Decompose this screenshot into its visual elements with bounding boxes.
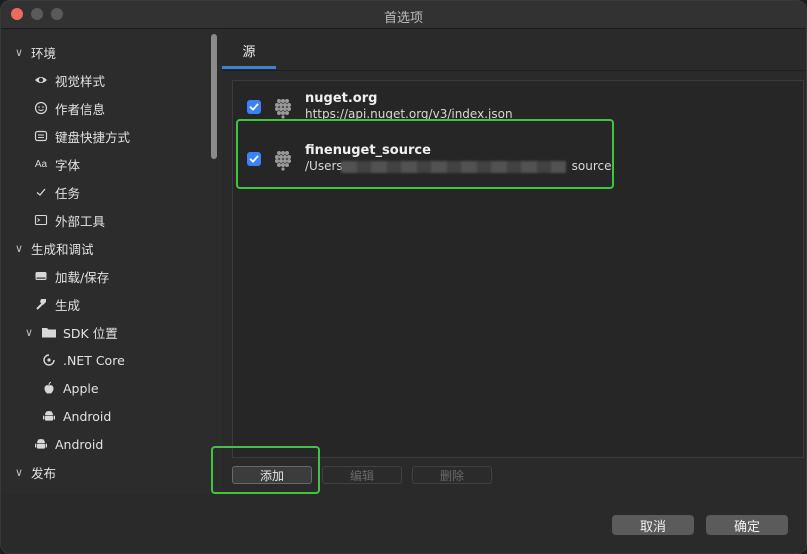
sidebar-item-label: Android <box>63 408 112 424</box>
sidebar-item-label: 作者信息 <box>55 101 106 117</box>
sidebar-item-label: 发布 <box>31 465 57 481</box>
eye-icon <box>33 72 49 88</box>
android-icon <box>33 436 49 452</box>
sidebar-item-label: SDK 位置 <box>63 325 118 341</box>
sidebar-item-label: 生成和调试 <box>31 241 94 257</box>
window-title: 首选项 <box>383 11 423 26</box>
sidebar-item-label: 生成 <box>55 297 81 313</box>
hammer-icon <box>33 296 49 312</box>
terminal-icon <box>33 212 49 228</box>
sidebar-scrollbar[interactable] <box>206 30 222 494</box>
sidebar-item-label: 外部工具 <box>55 213 106 229</box>
sidebar-item-label: 字体 <box>55 157 81 173</box>
sidebar-item[interactable]: 加载/保存 <box>1 263 206 289</box>
sidebar-item[interactable]: 作者信息 <box>1 95 206 121</box>
sidebar-item-label: 任务 <box>55 185 81 201</box>
chevron-down-icon[interactable]: ∨ <box>13 242 25 255</box>
source-checkbox[interactable] <box>247 100 261 114</box>
keyboard-icon <box>33 128 49 144</box>
highlight-box-source <box>236 119 614 189</box>
dialog-footer: 取消 确定 <box>1 494 806 553</box>
sidebar-item[interactable]: Android <box>1 403 206 429</box>
sidebar-item[interactable]: Apple <box>1 375 206 401</box>
tab-sources[interactable]: 源 <box>222 35 276 69</box>
sidebar-item[interactable]: ∨ 生成和调试 <box>1 235 206 261</box>
sidebar-scrollbar-thumb[interactable] <box>211 34 217 159</box>
smiley-icon <box>33 100 49 116</box>
chevron-down-icon[interactable]: ∨ <box>23 326 35 339</box>
sidebar-item[interactable]: Aa 字体 <box>1 151 206 177</box>
sidebar-item-label: 环境 <box>31 45 57 61</box>
chevron-down-icon[interactable]: ∨ <box>13 46 25 59</box>
highlight-box-add <box>211 446 320 494</box>
folder-icon <box>41 324 57 340</box>
sidebar-item-label: Android <box>55 436 104 452</box>
sidebar-item[interactable]: 生成 <box>1 291 206 317</box>
sidebar-item[interactable]: 外部工具 <box>1 207 206 233</box>
edit-source-button[interactable]: 编辑 <box>322 466 402 484</box>
sidebar-item-label: Apple <box>63 380 99 396</box>
sidebar-item-label: 键盘快捷方式 <box>55 129 131 145</box>
apple-icon <box>41 380 57 396</box>
nuget-package-icon <box>275 99 291 119</box>
sidebar: ∨ 环境 视觉样式 作者信息 键盘快捷方式 Aa 字体 任务 外部工具 ∨ 生成和调试 加载/保存 生成… <box>1 30 206 494</box>
sidebar-item[interactable]: 任务 <box>1 179 206 205</box>
delete-source-button[interactable]: 删除 <box>412 466 492 484</box>
drive-icon <box>33 268 49 284</box>
sidebar-item[interactable]: .NET Core <box>1 347 206 373</box>
cancel-button[interactable]: 取消 <box>612 515 694 535</box>
ok-button[interactable]: 确定 <box>706 515 788 535</box>
source-name: nuget.org <box>305 91 378 106</box>
tab-sources-label: 源 <box>242 45 256 60</box>
title-bar: 首选项 <box>1 1 806 29</box>
sidebar-item-label: .NET Core <box>63 352 125 368</box>
preferences-window: 首选项 ∨ 环境视觉样式作者信息键盘快捷方式 Aa 字体任务外部工具 ∨ 生成和调试加载/… <box>0 0 807 554</box>
chevron-down-icon[interactable]: ∨ <box>13 466 25 479</box>
sources-panel: 源 nuget.org https://api.nuget.org/v3/ind… <box>222 30 806 494</box>
sidebar-item[interactable]: 视觉样式 <box>1 67 206 93</box>
tab-divider <box>222 70 806 71</box>
checkmark-icon <box>249 103 259 111</box>
sidebar-item-label: 加载/保存 <box>55 269 110 285</box>
sidebar-item[interactable]: ∨ 发布 <box>1 459 206 485</box>
sidebar-item[interactable]: Android <box>1 431 206 457</box>
font-icon: Aa <box>34 158 48 170</box>
sidebar-item[interactable]: 键盘快捷方式 <box>1 123 206 149</box>
sidebar-item-label: 视觉样式 <box>55 73 106 89</box>
dotnet-icon <box>41 352 57 368</box>
sidebar-item[interactable]: ∨ 环境 <box>1 39 206 65</box>
android-icon <box>41 408 57 424</box>
checkmark-icon <box>33 184 49 200</box>
sidebar-item[interactable]: ∨ SDK 位置 <box>1 319 206 345</box>
